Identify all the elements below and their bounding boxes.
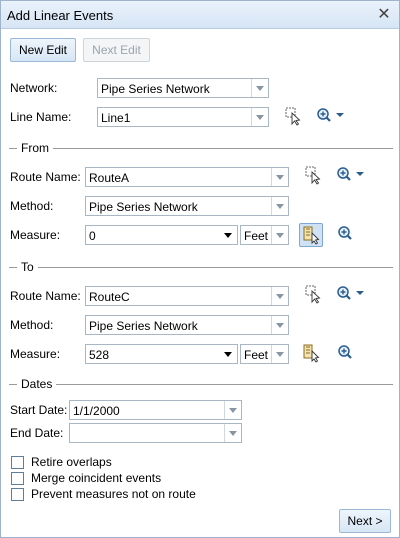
chevron-down-icon[interactable] (220, 226, 237, 244)
from-method-value: Pipe Series Network (89, 200, 198, 214)
close-icon[interactable]: ✕ (376, 6, 392, 22)
chevron-down-icon[interactable] (251, 108, 268, 126)
from-measure-label: Measure: (10, 228, 61, 242)
from-route-name-value: RouteA (89, 171, 130, 185)
chevron-down-icon[interactable] (251, 79, 268, 97)
to-unit-value: Feet (244, 348, 269, 362)
title-bar: Add Linear Events ✕ (1, 1, 399, 29)
to-method-label: Method: (10, 318, 54, 332)
measure-pick-icon[interactable] (299, 223, 323, 247)
from-method-label: Method: (10, 199, 54, 213)
prevent-measures-checkbox[interactable] (11, 488, 24, 501)
line-name-label: Line Name: (10, 110, 72, 124)
add-linear-events-panel: Add Linear Events ✕ New Edit Next Edit N… (0, 0, 400, 538)
zoom-icon[interactable] (335, 342, 357, 364)
to-route-name-dropdown[interactable]: RouteC (85, 286, 289, 306)
merge-coincident-checkbox[interactable] (11, 472, 24, 485)
divider (9, 267, 393, 268)
from-heading: From (17, 141, 53, 155)
chevron-down-icon[interactable] (224, 424, 241, 442)
to-route-name-value: RouteC (89, 290, 130, 304)
next-edit-button[interactable]: Next Edit (83, 38, 150, 62)
zoom-dropdown-icon[interactable] (315, 105, 347, 127)
chevron-down-icon[interactable] (271, 168, 288, 186)
from-unit-dropdown[interactable]: Feet (240, 225, 289, 245)
chevron-down-icon[interactable] (271, 345, 288, 363)
end-date-label: End Date: (10, 426, 64, 440)
select-line-on-map-icon[interactable] (282, 105, 304, 127)
end-date-picker[interactable] (69, 423, 242, 443)
network-label: Network: (10, 81, 58, 95)
start-date-value: 1/1/2000 (73, 404, 120, 418)
start-date-label: Start Date: (10, 403, 68, 417)
chevron-down-icon[interactable] (271, 287, 288, 305)
to-method-dropdown[interactable]: Pipe Series Network (85, 315, 289, 335)
zoom-dropdown-icon[interactable] (335, 283, 367, 305)
from-route-name-dropdown[interactable]: RouteA (85, 167, 289, 187)
network-dropdown[interactable]: Pipe Series Network (97, 78, 269, 98)
chevron-down-icon[interactable] (271, 316, 288, 334)
merge-coincident-label: Merge coincident events (31, 471, 162, 485)
to-section-header: To (9, 260, 393, 274)
from-section-header: From (9, 141, 393, 155)
line-name-dropdown[interactable]: Line1 (97, 107, 269, 127)
to-unit-dropdown[interactable]: Feet (240, 344, 289, 364)
chevron-down-icon[interactable] (220, 345, 237, 363)
to-measure-value: 528 (89, 348, 110, 362)
chevron-down-icon[interactable] (271, 226, 288, 244)
zoom-icon[interactable] (335, 223, 357, 245)
measure-pick-icon[interactable] (300, 342, 322, 364)
chevron-down-icon[interactable] (224, 401, 241, 419)
from-route-name-label: Route Name: (10, 170, 81, 184)
dates-section-header: Dates (9, 377, 393, 391)
zoom-dropdown-icon[interactable] (335, 164, 367, 186)
network-value: Pipe Series Network (101, 82, 210, 96)
from-measure-value: 0 (89, 229, 96, 243)
to-route-name-label: Route Name: (10, 289, 81, 303)
prevent-measures-label: Prevent measures not on route (31, 487, 196, 501)
panel-title: Add Linear Events (7, 8, 114, 23)
start-date-picker[interactable]: 1/1/2000 (69, 400, 242, 420)
dates-heading: Dates (17, 377, 57, 391)
to-heading: To (17, 260, 38, 274)
chevron-down-icon[interactable] (271, 197, 288, 215)
retire-overlaps-label: Retire overlaps (31, 455, 112, 469)
to-measure-input[interactable]: 528 (85, 344, 238, 364)
divider (9, 148, 393, 149)
next-button[interactable]: Next > (339, 509, 391, 533)
to-measure-label: Measure: (10, 347, 61, 361)
from-method-dropdown[interactable]: Pipe Series Network (85, 196, 289, 216)
from-unit-value: Feet (244, 229, 269, 243)
select-route-on-map-icon[interactable] (302, 164, 324, 186)
line-name-value: Line1 (101, 111, 131, 125)
select-route-on-map-icon[interactable] (302, 283, 324, 305)
retire-overlaps-checkbox[interactable] (11, 456, 24, 469)
from-measure-input[interactable]: 0 (85, 225, 238, 245)
divider (9, 384, 393, 385)
to-method-value: Pipe Series Network (89, 319, 198, 333)
new-edit-button[interactable]: New Edit (10, 38, 76, 62)
